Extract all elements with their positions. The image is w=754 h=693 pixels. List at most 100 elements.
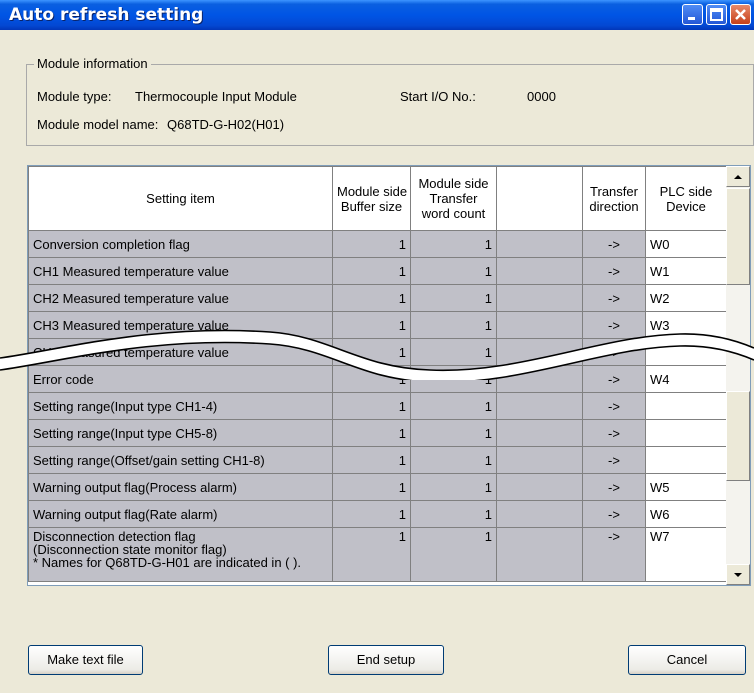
scroll-thumb[interactable]: [726, 188, 750, 285]
plc-device-input[interactable]: W4: [645, 365, 727, 393]
buffer-size-cell: 1: [332, 473, 411, 501]
scroll-thumb-lower[interactable]: [726, 391, 750, 481]
buffer-size-cell: 1: [332, 500, 411, 528]
direction-cell: ->: [582, 473, 646, 501]
word-count-cell: 1: [410, 365, 497, 393]
make-text-file-button[interactable]: Make text file: [28, 645, 143, 675]
word-count-cell: 1: [410, 257, 497, 285]
buffer-size-cell: 1: [332, 365, 411, 393]
blank-cell: [496, 257, 583, 285]
buffer-size-cell: 1: [332, 392, 411, 420]
setting-item-cell: Error code: [28, 365, 333, 393]
module-information-label: Module information: [34, 56, 151, 71]
direction-cell: ->: [582, 446, 646, 474]
table-row: CH1 Measured temperature value 1 1 -> W1: [28, 257, 727, 285]
setting-item-cell: Warning output flag(Rate alarm): [28, 500, 333, 528]
minimize-button[interactable]: [682, 4, 703, 25]
blank-cell: [496, 338, 583, 366]
setting-item-cell: CH4 Measured temperature value: [28, 338, 333, 366]
table-row: CH4 Measured temperature value 1 1 ->: [28, 338, 727, 366]
auto-refresh-dialog: Auto refresh setting Module information …: [0, 0, 754, 693]
word-count-cell: 1: [410, 284, 497, 312]
plc-device-input[interactable]: W5: [645, 473, 727, 501]
grid-header-row: Setting item Module side Buffer size Modu…: [28, 166, 727, 231]
header-buffer-size: Module side Buffer size: [332, 166, 411, 231]
maximize-icon: [710, 8, 723, 21]
blank-cell: [496, 419, 583, 447]
table-row: Disconnection detection flag (Disconnecti…: [28, 527, 727, 582]
table-row: Setting range(Offset/gain setting CH1-8)…: [28, 446, 727, 474]
blank-cell: [496, 473, 583, 501]
setting-item-cell: Conversion completion flag: [28, 230, 333, 258]
direction-cell: ->: [582, 392, 646, 420]
word-count-cell: 1: [410, 527, 497, 582]
blank-cell: [496, 446, 583, 474]
setting-item-cell: CH3 Measured temperature value: [28, 311, 333, 339]
plc-device-input[interactable]: W7: [645, 527, 727, 582]
direction-cell: ->: [582, 311, 646, 339]
plc-device-input[interactable]: W0: [645, 230, 727, 258]
buffer-size-cell: 1: [332, 419, 411, 447]
word-count-cell: 1: [410, 419, 497, 447]
module-model-label: Module model name:: [37, 117, 159, 132]
module-type-label: Module type:: [37, 89, 112, 104]
window-title: Auto refresh setting: [9, 5, 204, 25]
scroll-down-button[interactable]: [726, 564, 750, 585]
table-row: Warning output flag(Rate alarm) 1 1 -> W6: [28, 500, 727, 528]
direction-cell: ->: [582, 365, 646, 393]
close-button[interactable]: [730, 4, 751, 25]
header-plc-device: PLC side Device: [645, 166, 727, 231]
word-count-cell: 1: [410, 311, 497, 339]
plc-device-input[interactable]: [645, 392, 727, 420]
cancel-button[interactable]: Cancel: [628, 645, 746, 675]
module-information-group: [26, 64, 754, 146]
table-row: Setting range(Input type CH5-8) 1 1 ->: [28, 419, 727, 447]
plc-device-input[interactable]: W1: [645, 257, 727, 285]
table-row: Warning output flag(Process alarm) 1 1 -> W5: [28, 473, 727, 501]
setting-item-cell: Warning output flag(Process alarm): [28, 473, 333, 501]
setting-item-cell: CH2 Measured temperature value: [28, 284, 333, 312]
minimize-icon: [688, 17, 695, 20]
settings-grid: Setting item Module side Buffer size Modu…: [28, 166, 727, 582]
blank-cell: [496, 311, 583, 339]
blank-cell: [496, 284, 583, 312]
blank-cell: [496, 230, 583, 258]
direction-cell: ->: [582, 284, 646, 312]
word-count-cell: 1: [410, 392, 497, 420]
table-row: CH2 Measured temperature value 1 1 -> W2: [28, 284, 727, 312]
plc-device-input[interactable]: W6: [645, 500, 727, 528]
header-transfer-word-count: Module side Transfer word count: [410, 166, 497, 231]
start-io-label: Start I/O No.:: [400, 89, 476, 104]
header-blank: [496, 166, 583, 231]
header-setting-item: Setting item: [28, 166, 333, 231]
title-bar[interactable]: Auto refresh setting: [0, 0, 754, 30]
plc-device-input[interactable]: [645, 419, 727, 447]
scroll-up-button[interactable]: [726, 166, 750, 187]
word-count-cell: 1: [410, 473, 497, 501]
plc-device-input[interactable]: W3: [645, 311, 727, 339]
setting-item-cell: Setting range(Input type CH5-8): [28, 419, 333, 447]
plc-device-input[interactable]: W2: [645, 284, 727, 312]
direction-cell: ->: [582, 527, 646, 582]
word-count-cell: 1: [410, 338, 497, 366]
direction-cell: ->: [582, 338, 646, 366]
close-icon: [735, 9, 746, 20]
word-count-cell: 1: [410, 446, 497, 474]
maximize-button[interactable]: [706, 4, 727, 25]
end-setup-button[interactable]: End setup: [328, 645, 444, 675]
blank-cell: [496, 500, 583, 528]
start-io-value: 0000: [527, 89, 556, 104]
blank-cell: [496, 527, 583, 582]
table-row: Conversion completion flag 1 1 -> W0: [28, 230, 727, 258]
blank-cell: [496, 365, 583, 393]
setting-item-cell: Disconnection detection flag (Disconnecti…: [28, 527, 333, 582]
plc-device-input[interactable]: [645, 446, 727, 474]
setting-item-cell: CH1 Measured temperature value: [28, 257, 333, 285]
plc-device-input[interactable]: [645, 338, 727, 366]
buffer-size-cell: 1: [332, 527, 411, 582]
grid-scrollbar[interactable]: [726, 166, 750, 585]
buffer-size-cell: 1: [332, 257, 411, 285]
table-row: Error code 1 1 -> W4: [28, 365, 727, 393]
setting-item-cell: Setting range(Input type CH1-4): [28, 392, 333, 420]
table-row: CH3 Measured temperature value 1 1 -> W3: [28, 311, 727, 339]
